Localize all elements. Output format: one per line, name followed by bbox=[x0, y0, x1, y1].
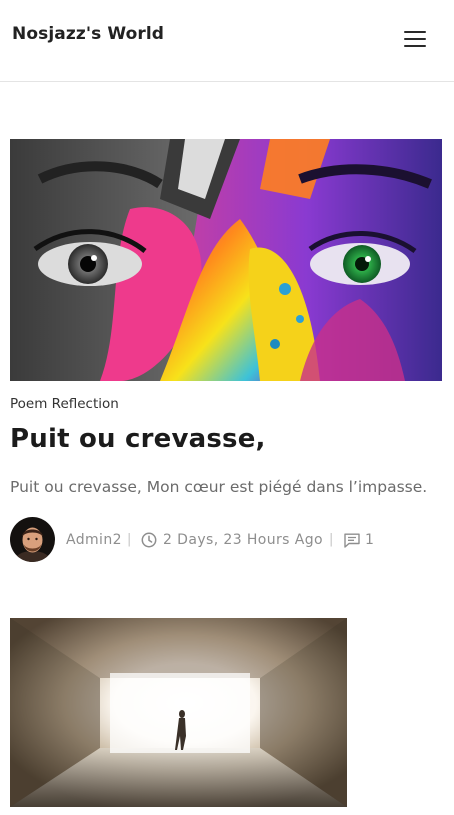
comment-icon[interactable] bbox=[344, 533, 360, 548]
meta-separator: | bbox=[127, 532, 132, 547]
post-excerpt: Puit ou crevasse, Mon cœur est piégé dan… bbox=[10, 478, 428, 496]
comment-count-link[interactable]: 1 bbox=[365, 532, 374, 548]
post-meta: Admin2 | 2 Days, 23 Hours Ago | 1 bbox=[10, 517, 450, 563]
post-title-link[interactable]: Puit ou crevasse, bbox=[10, 424, 266, 454]
menu-bar bbox=[404, 38, 426, 41]
menu-bar bbox=[404, 31, 426, 34]
hamburger-menu-icon[interactable] bbox=[400, 27, 430, 51]
author-avatar[interactable] bbox=[10, 517, 55, 562]
author-link[interactable]: Admin2 bbox=[66, 532, 122, 548]
post-category-link[interactable]: Poem Reflection bbox=[10, 396, 119, 412]
post-featured-image[interactable] bbox=[10, 618, 347, 807]
meta-separator: | bbox=[329, 532, 334, 547]
site-title[interactable]: Nosjazz's World bbox=[12, 24, 164, 44]
clock-icon bbox=[141, 532, 157, 548]
site-header: Nosjazz's World bbox=[0, 0, 454, 82]
post-date-link[interactable]: 2 Days, 23 Hours Ago bbox=[163, 532, 323, 548]
menu-bar bbox=[404, 45, 426, 48]
post-featured-image[interactable] bbox=[10, 139, 442, 381]
